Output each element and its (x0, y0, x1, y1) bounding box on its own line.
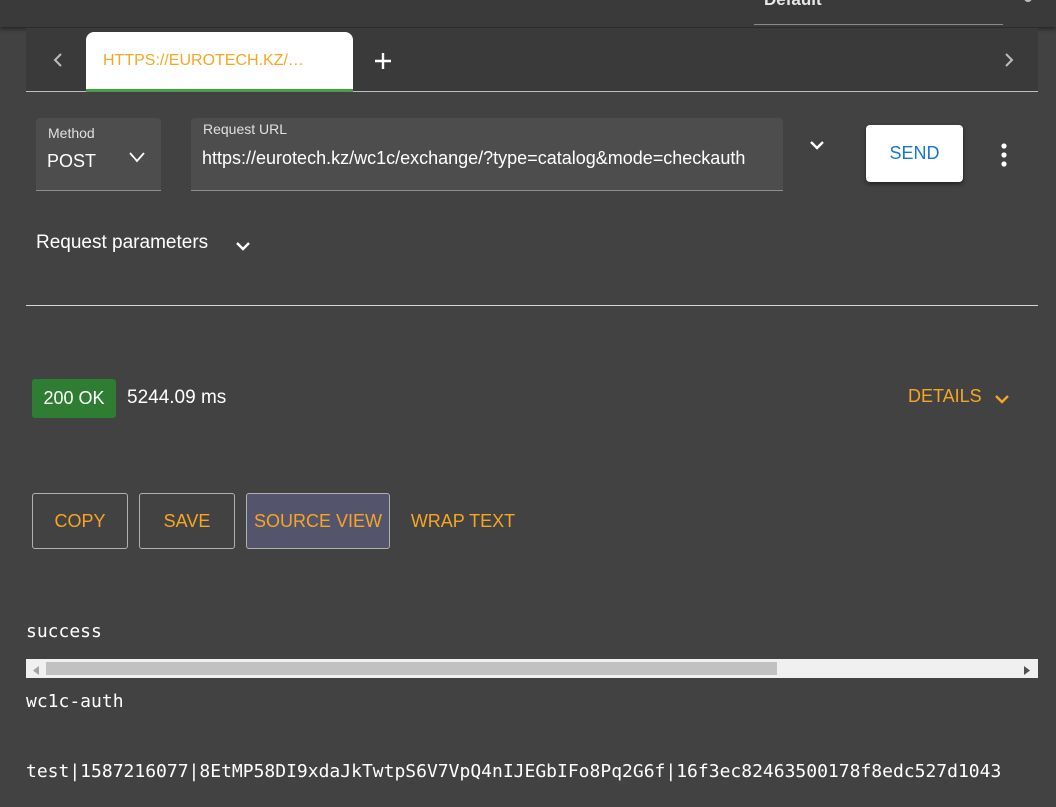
save-button[interactable]: SAVE (139, 493, 235, 549)
tab-scroll-right-button[interactable] (997, 48, 1021, 72)
chevron-down-icon (236, 242, 250, 251)
response-line: success (26, 621, 102, 642)
more-options-button[interactable] (992, 142, 1016, 168)
chevron-left-icon (53, 53, 62, 67)
section-divider (26, 305, 1038, 306)
response-time: 5244.09 ms (127, 387, 227, 408)
request-url-label: Request URL (203, 121, 288, 137)
wrap-text-button[interactable]: WRAP TEXT (402, 493, 524, 549)
request-tabs: HTTPS://EUROTECH.KZ/… (26, 28, 1038, 92)
response-body: success wc1c-auth test|1587216077|8EtMP5… (26, 576, 1038, 807)
source-view-button[interactable]: SOURCE VIEW (246, 493, 390, 549)
chevron-right-icon (1005, 53, 1014, 67)
copy-button[interactable]: COPY (32, 493, 128, 549)
response-line: test|1587216077|8EtMP58DI9xdaJkTwtpS6V7V… (26, 761, 1002, 782)
plus-icon (375, 53, 391, 69)
more-vert-icon (1001, 143, 1007, 167)
send-button[interactable]: SEND (866, 125, 963, 182)
status-badge: 200 OK (32, 379, 116, 418)
request-parameters-toggle[interactable]: Request parameters (36, 232, 250, 262)
details-button[interactable]: DETAILS (908, 386, 1009, 412)
response-horizontal-scrollbar[interactable] (26, 659, 1038, 678)
url-history-dropdown[interactable] (806, 134, 828, 156)
request-parameters-label: Request parameters (36, 232, 209, 253)
app-topbar: Default (0, 0, 1056, 27)
scrollbar-thumb[interactable] (46, 662, 777, 675)
tab-label: HTTPS://EUROTECH.KZ/… (103, 52, 304, 69)
scroll-right-arrow-icon[interactable] (1022, 663, 1032, 675)
method-value: POST (47, 151, 97, 171)
chevron-down-icon (995, 395, 1009, 404)
response-line: wc1c-auth (26, 691, 124, 712)
environment-menu-icon[interactable] (1024, 0, 1032, 2)
environment-select[interactable]: Default (754, 0, 1003, 25)
method-select[interactable]: Method POST (36, 118, 161, 191)
details-label: DETAILS (908, 386, 982, 406)
chevron-down-icon (129, 152, 145, 163)
tab-scroll-left-button[interactable] (46, 48, 70, 72)
environment-value: Default (764, 0, 822, 10)
method-label: Method (48, 125, 95, 141)
request-url-input[interactable]: Request URL https://eurotech.kz/wc1c/exc… (191, 118, 783, 191)
chevron-down-icon (810, 141, 824, 150)
add-tab-button[interactable] (372, 50, 394, 72)
tab-request-eurotech[interactable]: HTTPS://EUROTECH.KZ/… (86, 32, 353, 92)
scroll-left-arrow-icon[interactable] (31, 663, 41, 675)
request-url-value: https://eurotech.kz/wc1c/exchange/?type=… (202, 148, 746, 168)
